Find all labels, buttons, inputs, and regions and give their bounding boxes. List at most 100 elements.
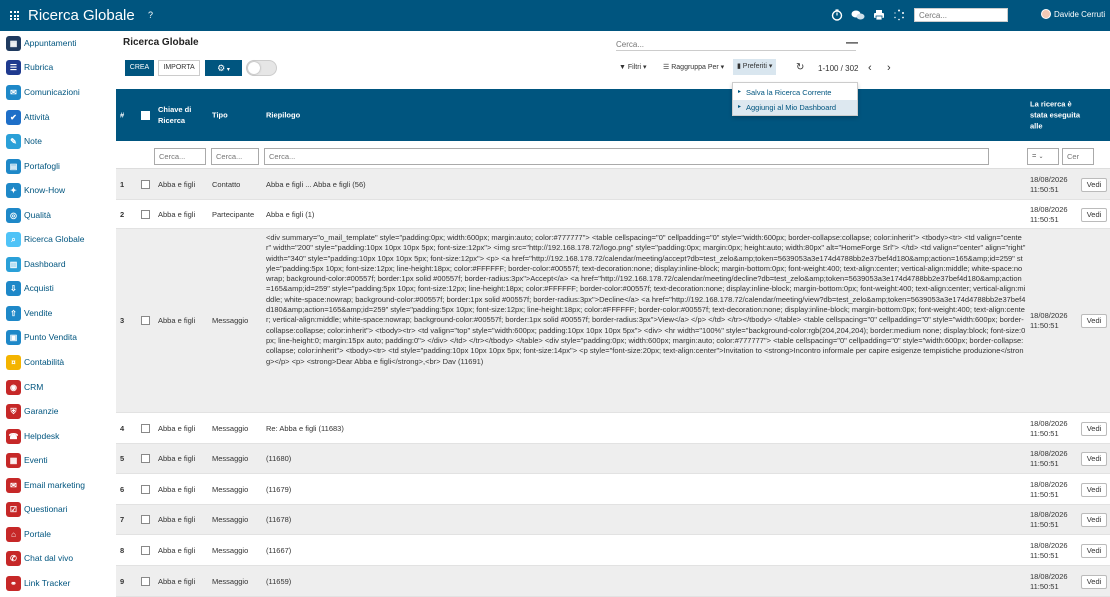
row-checkbox[interactable] [141, 484, 150, 494]
row-checkbox[interactable] [141, 209, 150, 219]
sidebar-item-appuntamenti[interactable]: ▦ Appuntamenti [4, 34, 114, 54]
filter-riepilogo-input[interactable] [264, 148, 989, 165]
view-button[interactable]: Vedi [1081, 482, 1107, 497]
col-eseguita[interactable]: La ricerca è stata eseguita alle [1030, 89, 1090, 141]
sidebar-item-know-how[interactable]: ✦ Know-How [4, 181, 114, 201]
chat-icon: ✉ [6, 85, 21, 100]
gear-dropdown-button[interactable]: ⚙ ▾ [205, 60, 242, 76]
row-date-value: 18/08/2026 [1030, 540, 1068, 550]
table-row[interactable]: 6 Abba e figli Messaggio (11679) 18/08/2026 1… [116, 474, 1110, 505]
row-chiave: Abba e figli [158, 316, 196, 325]
sidebar-item-note[interactable]: ✎ Note [4, 132, 114, 152]
row-checkbox[interactable] [141, 454, 150, 463]
sidebar-item-acquisti[interactable]: ⇩ Acquisti [4, 279, 114, 299]
sidebar-item-portale[interactable]: ⌂ Portale [4, 525, 114, 545]
sidebar-item-label: Note [24, 136, 42, 146]
pager-value[interactable]: 1-100 / 302 [818, 64, 858, 73]
row-riepilogo: Re: Abba e figli (11683) [266, 423, 344, 433]
filters-button[interactable]: ▼ Filtri ▾ [619, 63, 647, 71]
apps-grid-icon[interactable] [10, 11, 19, 20]
sidebar-item-punto-vendita[interactable]: ▣ Punto Vendita [4, 328, 114, 348]
sidebar-item-vendite[interactable]: ⇧ Vendite [4, 304, 114, 324]
sidebar-item-rubrica[interactable]: ☰ Rubrica [4, 58, 114, 78]
view-button[interactable]: Vedi [1081, 574, 1107, 589]
table-row[interactable]: 2 Abba e figli Partecipante Abba e figli (1… [116, 200, 1110, 229]
view-button[interactable]: Vedi [1081, 421, 1107, 436]
sidebar-item-link-tracker[interactable]: ⚭ Link Tracker [4, 574, 114, 594]
filter-row: = ⌄ [116, 141, 1110, 169]
chevron-left-icon[interactable]: ‹ [868, 62, 872, 74]
sidebar-item-helpdesk[interactable]: ☎ Helpdesk [4, 427, 114, 447]
row-checkbox[interactable] [141, 316, 150, 325]
row-checkbox[interactable] [141, 423, 150, 433]
warranty-icon: ⛨ [6, 404, 21, 419]
sidebar-item-ricerca-globale[interactable]: ⌕ Ricerca Globale [4, 230, 114, 250]
row-tipo: Messaggio [212, 454, 249, 463]
row-riepilogo: (11678) [266, 515, 292, 524]
sidebar-item-contabilità[interactable]: ¤ Contabilità [4, 353, 114, 373]
table-row[interactable]: 9 Abba e figli Messaggio (11659) 18/08/2026 1… [116, 566, 1110, 597]
row-tipo: Messaggio [212, 484, 249, 494]
sidebar-item-chat-dal-vivo[interactable]: ✆ Chat dal vivo [4, 549, 114, 569]
collapse-search-icon[interactable]: — [846, 35, 858, 49]
filter-date-operator[interactable]: = ⌄ [1027, 148, 1059, 165]
table-row[interactable]: 7 Abba e figli Messaggio (11678) 18/08/2026 1… [116, 505, 1110, 535]
sidebar-item-label: Acquisti [24, 283, 54, 293]
table-row[interactable]: 3 Abba e figli Messaggio <div summary="o_ma… [116, 229, 1110, 413]
import-button[interactable]: IMPORTA [158, 60, 200, 76]
loading-icon [894, 9, 904, 21]
sidebar-item-email-marketing[interactable]: ✉ Email marketing [4, 476, 114, 496]
table-row[interactable]: 8 Abba e figli Messaggio (11667) 18/08/2026 1… [116, 535, 1110, 566]
row-checkbox[interactable] [141, 515, 150, 524]
favorites-button[interactable]: ▮ Preferiti ▾ [733, 59, 777, 75]
groupby-button[interactable]: ☰ Raggruppa Per ▾ [663, 63, 724, 71]
sidebar-item-qualità[interactable]: ◎ Qualità [4, 206, 114, 226]
search-input[interactable] [616, 38, 856, 51]
user-name[interactable]: Davide Cerruti [1054, 10, 1105, 19]
print-icon[interactable] [873, 9, 885, 21]
sidebar-item-comunicazioni[interactable]: ✉ Comunicazioni [4, 83, 114, 103]
sidebar-item-portafogli[interactable]: ▤ Portafogli [4, 157, 114, 177]
refresh-icon[interactable]: ↻ [796, 62, 804, 73]
sidebar-item-questionari[interactable]: ☑ Questionari [4, 500, 114, 520]
select-all-checkbox[interactable] [141, 111, 150, 120]
view-button[interactable]: Vedi [1081, 513, 1107, 527]
view-button[interactable]: Vedi [1081, 177, 1107, 192]
toggle-switch[interactable] [246, 60, 277, 76]
top-search-input[interactable] [914, 8, 1008, 22]
sidebar-item-label: Know-How [24, 185, 66, 195]
row-checkbox[interactable] [141, 576, 150, 586]
col-chiave[interactable]: Chiave di Ricerca [158, 89, 206, 141]
sidebar-item-eventi[interactable]: ▦ Eventi [4, 451, 114, 471]
view-button[interactable]: Vedi [1081, 543, 1107, 558]
table-row[interactable]: 5 Abba e figli Messaggio (11680) 18/08/2026 1… [116, 444, 1110, 474]
sidebar-item-crm[interactable]: ◉ CRM [4, 378, 114, 398]
view-button[interactable]: Vedi [1081, 452, 1107, 466]
table-row[interactable]: 4 Abba e figli Messaggio Re: Abba e figli (… [116, 413, 1110, 444]
chevron-right-icon[interactable]: › [887, 62, 891, 74]
filter-date-input[interactable] [1062, 148, 1094, 165]
filter-chiave-input[interactable] [154, 148, 206, 165]
row-date: 18/08/2026 11:50:51 [1030, 449, 1068, 469]
knowhow-icon: ✦ [6, 183, 21, 198]
sidebar-item-label: Portale [24, 529, 51, 539]
create-button[interactable]: CREA [125, 60, 154, 76]
row-checkbox[interactable] [141, 179, 150, 189]
view-button[interactable]: Vedi [1081, 314, 1107, 328]
view-button[interactable]: Vedi [1081, 207, 1107, 222]
filter-tipo-input[interactable] [211, 148, 259, 165]
timer-icon[interactable] [831, 9, 843, 21]
row-date-value: 18/08/2026 [1030, 479, 1068, 489]
add-to-dashboard-item[interactable]: ▸ Aggiungi al Mio Dashboard [733, 100, 857, 115]
help-link[interactable]: ? [148, 10, 153, 20]
row-time-value: 11:50:51 [1030, 550, 1059, 560]
user-avatar[interactable] [1041, 9, 1051, 19]
discuss-icon[interactable] [851, 9, 865, 21]
row-checkbox[interactable] [141, 545, 150, 555]
sidebar-item-dashboard[interactable]: ▥ Dashboard [4, 255, 114, 275]
save-search-item[interactable]: ▸ Salva la Ricerca Corrente [733, 85, 857, 100]
sidebar-item-attività[interactable]: ✔ Attività [4, 108, 114, 128]
sidebar-item-garanzie[interactable]: ⛨ Garanzie [4, 402, 114, 422]
sidebar-item-label: Email marketing [24, 480, 85, 490]
table-row[interactable]: 1 Abba e figli Contatto Abba e figli ... Ab… [116, 169, 1110, 200]
